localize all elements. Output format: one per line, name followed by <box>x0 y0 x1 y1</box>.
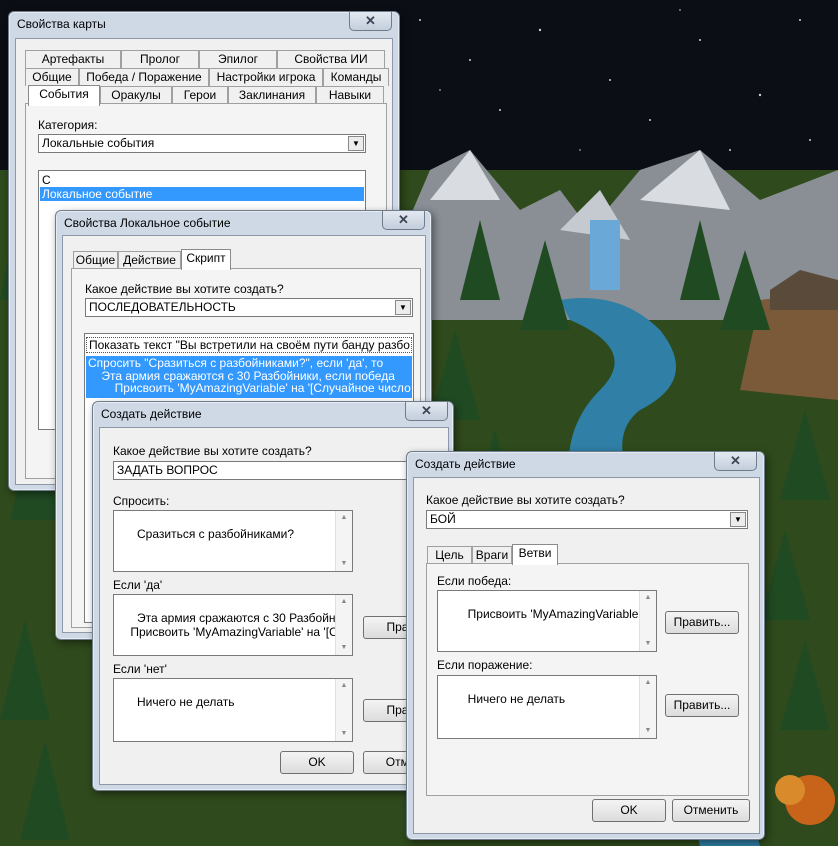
if-win-text: Присвоить 'MyAmazingVariable' на '[Слу <box>467 607 656 621</box>
if-lose-label: Если поражение: <box>437 658 533 672</box>
action-type-select[interactable]: ПОСЛЕДОВАТЕЛЬНОСТЬ ▼ <box>85 298 413 317</box>
if-yes-label: Если 'да' <box>113 578 163 592</box>
window-client: Какое действие вы хотите создать? БОЙ ▼ … <box>413 477 760 834</box>
window-client: Какое действие вы хотите создать? ЗАДАТЬ… <box>99 427 449 785</box>
if-lose-text: Ничего не делать <box>467 692 566 706</box>
window-title: Свойства Локальное событие <box>64 216 231 230</box>
tab-player-settings[interactable]: Настройки игрока <box>209 68 323 86</box>
if-no-label: Если 'нет' <box>113 662 167 676</box>
close-button[interactable]: ✕ <box>714 452 757 471</box>
window-title: Свойства карты <box>17 17 106 31</box>
scrollbar[interactable]: ▲ ▼ <box>639 676 656 738</box>
category-select[interactable]: Локальные события ▼ <box>38 134 366 153</box>
tab-events[interactable]: События <box>28 85 100 106</box>
script-item-selected[interactable]: Спросить "Сразиться с разбойниками?", ес… <box>86 356 412 398</box>
tab-general[interactable]: Общие <box>25 68 79 86</box>
tab-teams[interactable]: Команды <box>323 68 389 86</box>
chevron-down-icon[interactable]: ▼ <box>395 300 411 315</box>
ok-button[interactable]: OK <box>280 751 354 774</box>
chevron-down-icon[interactable]: ▼ <box>730 512 746 527</box>
if-no-text: Ничего не делать <box>137 695 235 709</box>
edit-lose-button[interactable]: Править... <box>665 694 739 717</box>
create-action-question-window: Создать действие ✕ Какое действие вы хот… <box>92 401 454 791</box>
ask-text-field[interactable]: Сразиться с разбойниками? ▲ ▼ <box>113 510 353 572</box>
tab-general[interactable]: Общие <box>73 251 118 269</box>
scrollbar[interactable]: ▲ ▼ <box>639 591 656 651</box>
scroll-up-icon[interactable]: ▲ <box>640 591 656 605</box>
tab-oracles[interactable]: Оракулы <box>100 86 172 104</box>
action-prompt-label: Какое действие вы хотите создать? <box>426 493 625 507</box>
ok-button[interactable]: OK <box>592 799 666 822</box>
close-button[interactable]: ✕ <box>405 402 448 421</box>
scroll-down-icon[interactable]: ▼ <box>640 724 656 738</box>
scrollbar[interactable]: ▲ ▼ <box>335 595 352 655</box>
create-action-battle-window: Создать действие ✕ Какое действие вы хот… <box>406 451 765 840</box>
tab-ai-properties[interactable]: Свойства ИИ <box>277 50 385 68</box>
scroll-down-icon[interactable]: ▼ <box>336 727 352 741</box>
tab-enemies[interactable]: Враги <box>472 546 512 564</box>
close-button[interactable]: ✕ <box>382 211 425 230</box>
tab-panel: Если победа: Присвоить 'MyAmazingVariabl… <box>426 563 749 796</box>
scroll-down-icon[interactable]: ▼ <box>640 637 656 651</box>
if-yes-text: Эта армия сражаются с 30 Разбойники, ес … <box>130 611 353 639</box>
tab-target[interactable]: Цель <box>427 546 472 564</box>
scroll-up-icon[interactable]: ▲ <box>640 676 656 690</box>
scroll-up-icon[interactable]: ▲ <box>336 595 352 609</box>
tab-branches[interactable]: Ветви <box>512 544 558 565</box>
scrollbar[interactable]: ▲ ▼ <box>335 511 352 571</box>
if-lose-field[interactable]: Ничего не делать ▲ ▼ <box>437 675 657 739</box>
ask-text: Сразиться с разбойниками? <box>137 527 294 541</box>
category-label: Категория: <box>38 118 98 132</box>
script-item[interactable]: Показать текст "Вы встретили на своём пу… <box>86 337 412 353</box>
if-no-field[interactable]: Ничего не делать ▲ ▼ <box>113 678 353 742</box>
if-win-label: Если победа: <box>437 574 512 588</box>
tab-skills[interactable]: Навыки <box>316 86 384 104</box>
scroll-up-icon[interactable]: ▲ <box>336 679 352 693</box>
action-type-value: ЗАДАТЬ ВОПРОС <box>117 463 218 477</box>
scroll-down-icon[interactable]: ▼ <box>336 641 352 655</box>
cancel-button[interactable]: Отменить <box>672 799 750 822</box>
tab-heroes[interactable]: Герои <box>172 86 228 104</box>
if-yes-field[interactable]: Эта армия сражаются с 30 Разбойники, ес … <box>113 594 353 656</box>
ask-label: Спросить: <box>113 494 170 508</box>
tab-artifacts[interactable]: Артефакты <box>25 50 121 68</box>
edit-win-button[interactable]: Править... <box>665 611 739 634</box>
if-win-field[interactable]: Присвоить 'MyAmazingVariable' на '[Слу ▲… <box>437 590 657 652</box>
tab-prologue[interactable]: Пролог <box>121 50 199 68</box>
action-type-value: БОЙ <box>430 512 456 526</box>
scroll-down-icon[interactable]: ▼ <box>336 557 352 571</box>
tab-script[interactable]: Скрипт <box>181 249 231 270</box>
action-type-select[interactable]: БОЙ ▼ <box>426 510 748 529</box>
category-value: Локальные события <box>42 136 155 150</box>
action-type-value: ПОСЛЕДОВАТЕЛЬНОСТЬ <box>89 300 236 314</box>
tab-epilogue[interactable]: Эпилог <box>199 50 277 68</box>
action-prompt-label: Какое действие вы хотите создать? <box>85 282 284 296</box>
action-type-select[interactable]: ЗАДАТЬ ВОПРОС <box>113 461 448 480</box>
window-title: Создать действие <box>415 457 516 471</box>
tab-victory-defeat[interactable]: Победа / Поражение <box>79 68 209 86</box>
scrollbar[interactable]: ▲ ▼ <box>335 679 352 741</box>
list-item-selected[interactable]: Локальное событие <box>40 187 364 201</box>
chevron-down-icon[interactable]: ▼ <box>348 136 364 151</box>
scroll-up-icon[interactable]: ▲ <box>336 511 352 525</box>
list-item[interactable]: С <box>40 173 364 187</box>
window-title: Создать действие <box>101 407 202 421</box>
action-prompt-label: Какое действие вы хотите создать? <box>113 444 312 458</box>
tab-action[interactable]: Действие <box>118 251 181 269</box>
close-button[interactable]: ✕ <box>349 12 392 31</box>
tab-spells[interactable]: Заклинания <box>228 86 316 104</box>
